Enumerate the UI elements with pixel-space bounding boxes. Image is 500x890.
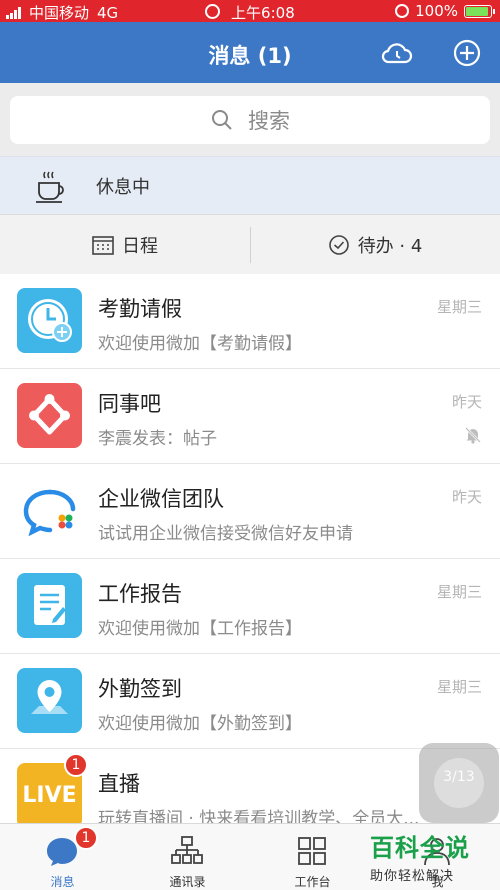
record-icon	[205, 4, 221, 19]
cloud-clock-icon[interactable]	[380, 36, 414, 70]
coffee-cup-icon	[36, 171, 64, 203]
item-time: 昨天	[451, 488, 482, 506]
battery-percent: 100%	[415, 2, 458, 20]
floating-assistive-button[interactable]: 3/13	[419, 743, 499, 823]
item-preview: 欢迎使用微加【外勤签到】	[98, 714, 302, 734]
tabbar-messages[interactable]: 1 消息	[0, 824, 125, 890]
location-icon	[17, 668, 82, 733]
tabbar-label: 工作台	[294, 875, 331, 889]
tabbar-label: 消息	[50, 875, 75, 889]
item-preview: 试试用企业微信接受微信好友申请	[98, 524, 353, 544]
mute-bell-icon	[465, 427, 481, 444]
clock-icon	[17, 288, 82, 353]
tabbar-label: 通讯录	[169, 875, 206, 889]
item-time: 昨天	[451, 393, 482, 411]
item-preview: 欢迎使用微加【工作报告】	[98, 619, 302, 639]
org-chart-icon	[171, 836, 203, 864]
unread-badge: 1	[64, 753, 88, 777]
report-icon	[17, 573, 82, 638]
item-preview: 李震发表：帖子	[98, 429, 217, 449]
nav-bar: 消息 (1)	[0, 22, 500, 83]
presence-label: 休息中	[96, 177, 150, 198]
item-name: 直播	[98, 772, 140, 796]
calendar-icon	[92, 235, 114, 255]
watermark-logo: 百科全说 助你轻松解决	[370, 828, 496, 884]
item-name: 同事吧	[98, 392, 161, 416]
list-item[interactable]: 外勤签到 欢迎使用微加【外勤签到】 星期三	[0, 654, 500, 749]
floating-page-indicator: 3/13	[443, 769, 475, 785]
tabbar-workbench[interactable]: 工作台	[250, 824, 375, 890]
tabbar-badge: 1	[74, 826, 98, 850]
item-time: 星期三	[436, 298, 482, 316]
item-name: 外勤签到	[98, 677, 182, 701]
tab-todo-label: 待办 · 4	[357, 235, 423, 257]
page-title: 消息 (1)	[208, 44, 292, 68]
live-avatar-text: LIVE	[22, 783, 77, 808]
status-bar: 中国移动 4G 上午6:08 100%	[0, 0, 500, 22]
item-name: 企业微信团队	[98, 487, 224, 511]
item-preview: 欢迎使用微加【考勤请假】	[98, 334, 302, 354]
search-icon	[212, 110, 232, 130]
tab-schedule-label: 日程	[122, 235, 158, 257]
search-placeholder: 搜索	[248, 109, 290, 133]
item-time: 星期三	[436, 583, 482, 601]
search-input[interactable]: 搜索	[10, 96, 490, 144]
quick-tabs: 日程 待办 · 4	[0, 214, 500, 275]
colleague-icon	[17, 383, 82, 448]
list-item[interactable]: 考勤请假 欢迎使用微加【考勤请假】 星期三	[0, 274, 500, 369]
presence-status[interactable]: 休息中	[0, 156, 500, 215]
search-area: 搜索	[0, 83, 500, 156]
watermark-subtitle: 助你轻松解决	[370, 869, 455, 884]
list-item[interactable]: 企业微信团队 试试用企业微信接受微信好友申请 昨天	[0, 464, 500, 559]
grid-icon	[298, 837, 326, 865]
item-name: 考勤请假	[98, 297, 182, 321]
wework-icon	[17, 478, 82, 543]
tab-schedule[interactable]: 日程	[0, 215, 250, 274]
list-item[interactable]: 工作报告 欢迎使用微加【工作报告】 星期三	[0, 559, 500, 654]
item-name: 工作报告	[98, 582, 182, 606]
battery-icon	[464, 4, 495, 18]
check-circle-icon	[328, 234, 349, 255]
item-time: 星期三	[436, 678, 482, 696]
add-icon[interactable]	[450, 36, 484, 70]
clock-time: 上午6:08	[231, 4, 295, 22]
watermark-title: 百科全说	[370, 834, 470, 862]
list-item[interactable]: 同事吧 李震发表：帖子 昨天	[0, 369, 500, 464]
tab-todo[interactable]: 待办 · 4	[250, 215, 500, 274]
tabbar-contacts[interactable]: 通讯录	[125, 824, 250, 890]
rotation-lock-icon	[395, 4, 410, 18]
